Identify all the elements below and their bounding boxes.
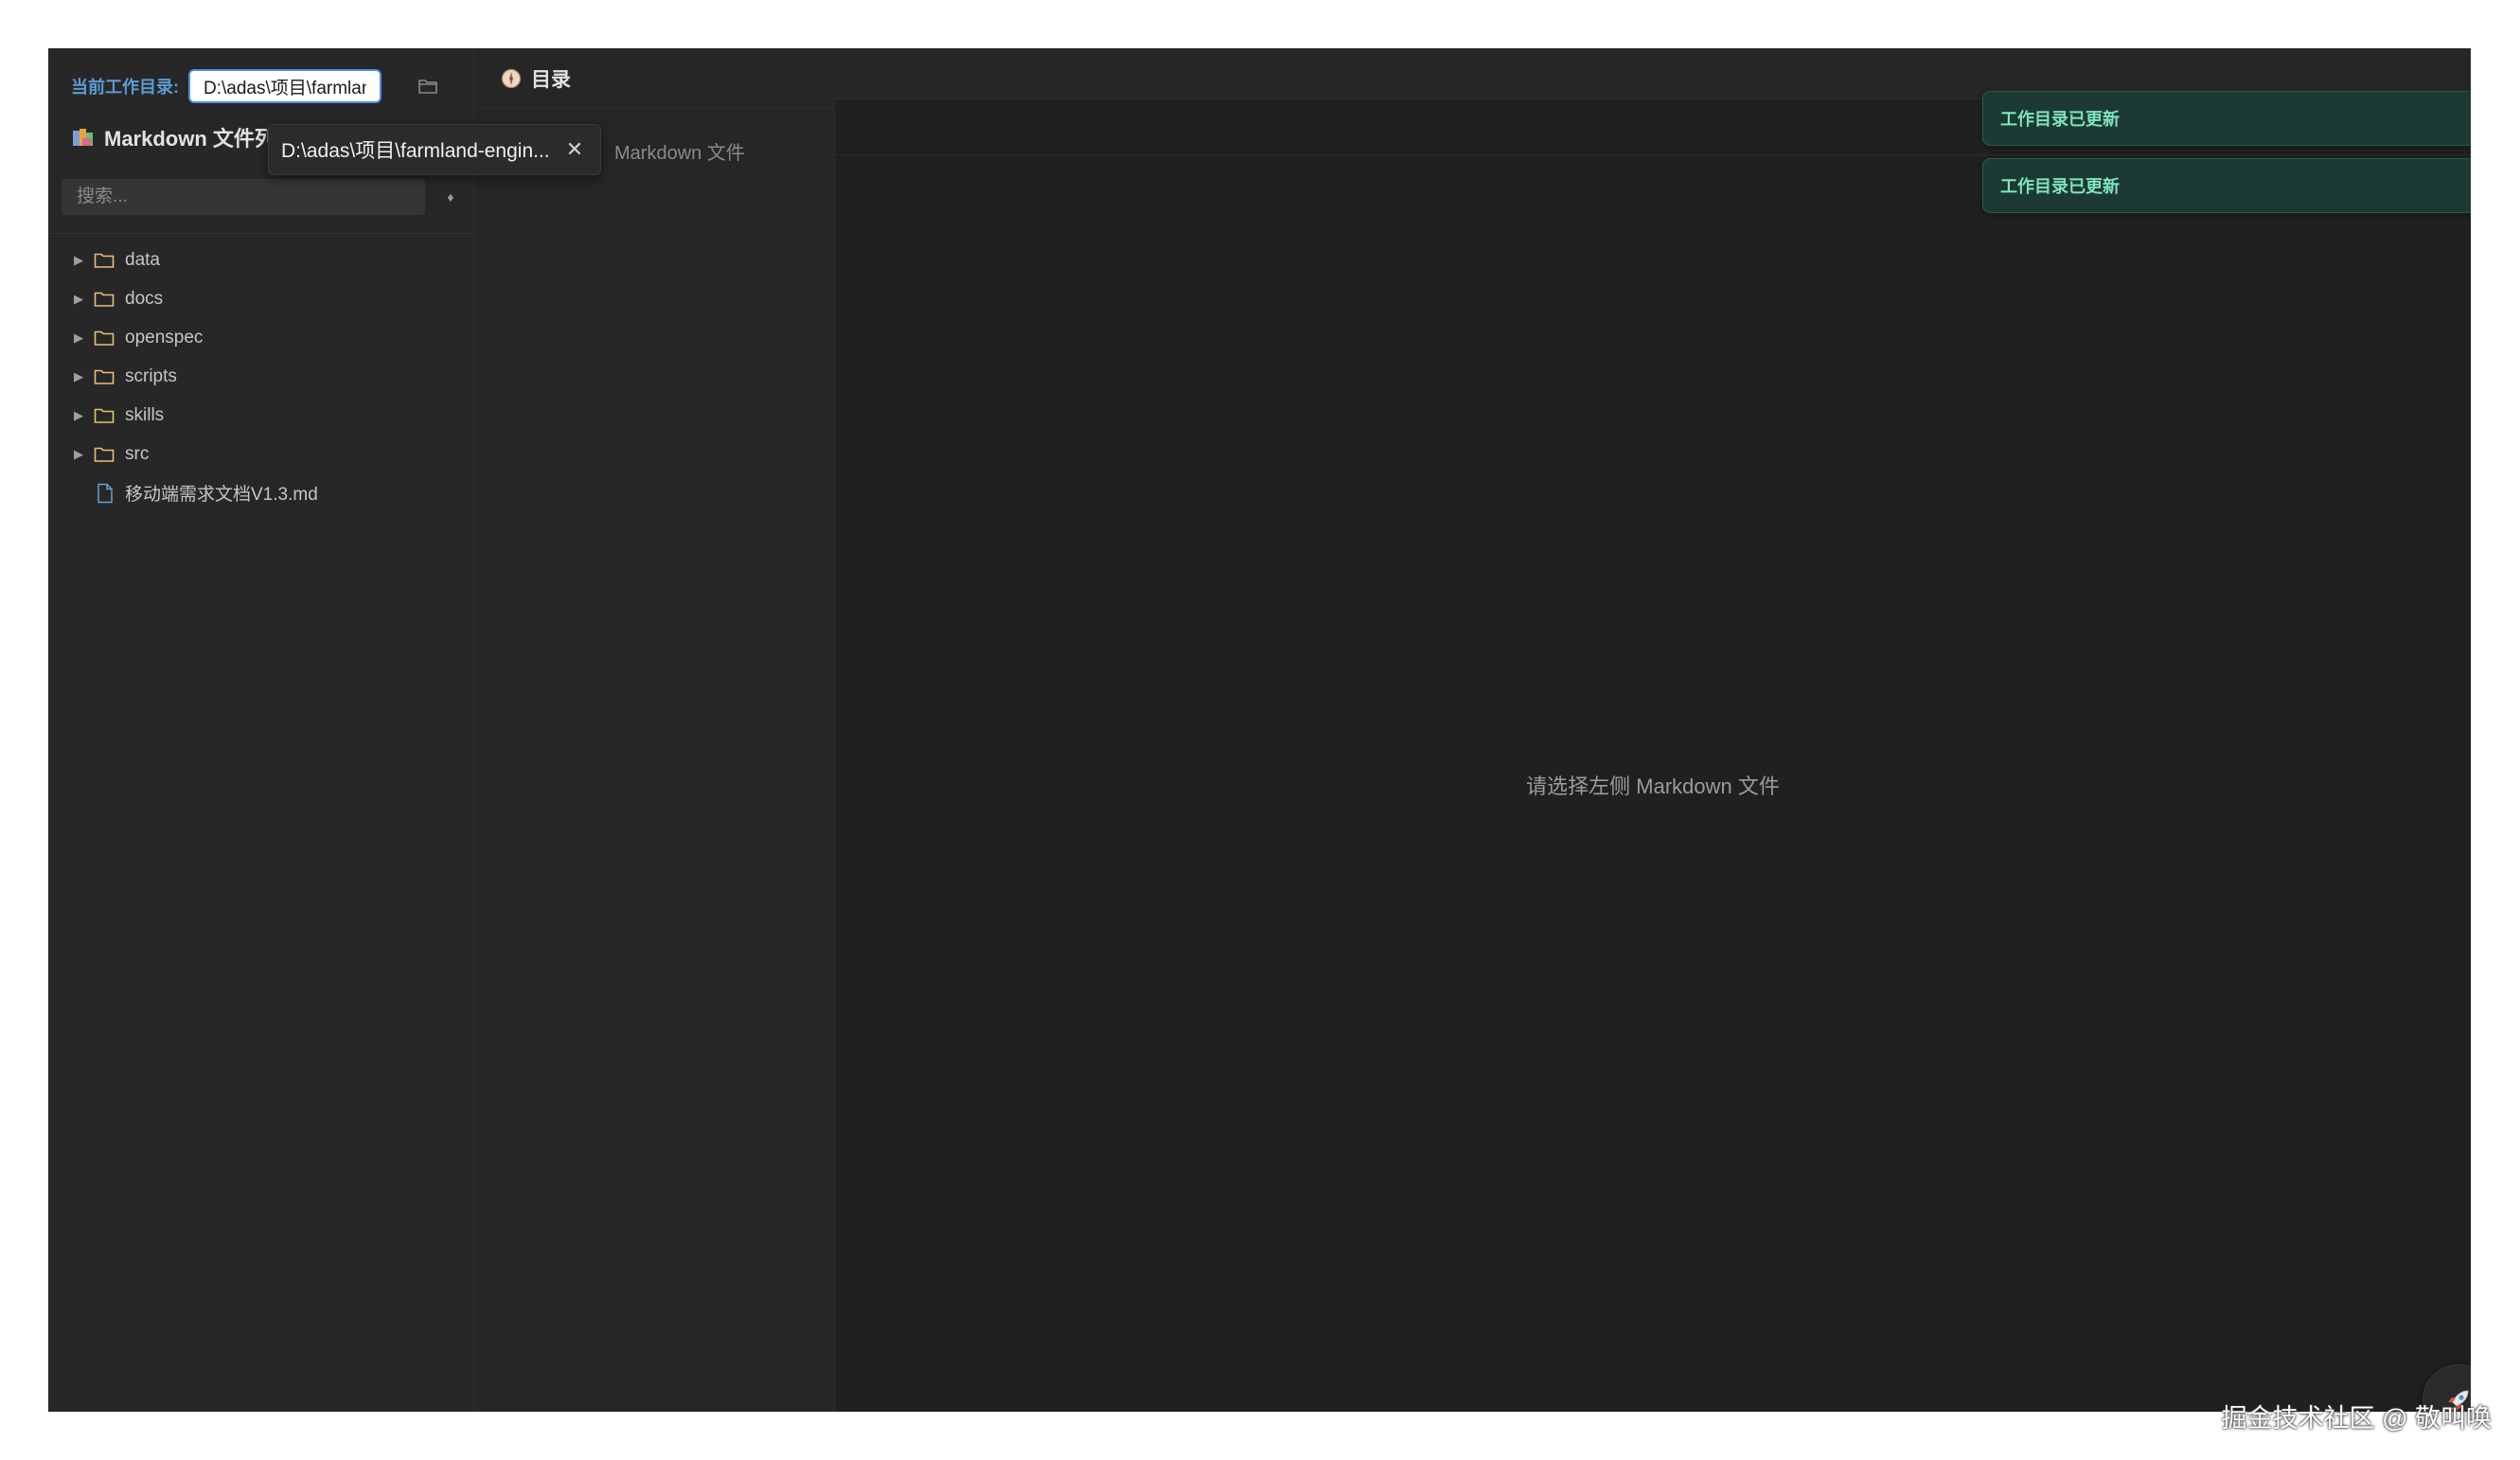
folder-icon xyxy=(94,369,115,384)
folder-icon xyxy=(94,330,115,346)
toast-notification: 工作目录已更新 xyxy=(1982,91,2471,146)
folder-icon xyxy=(94,253,115,268)
tree-folder-openspec[interactable]: ▶ openspec xyxy=(48,318,473,357)
toast-text: 工作目录已更新 xyxy=(2000,110,2120,129)
tree-item-label: data xyxy=(125,249,160,270)
path-tooltip: D:\adas\项目\farmland-engin... ✕ xyxy=(268,124,601,175)
watermark: 掘金技术社区 @ 敬叫唤 xyxy=(2221,1404,2492,1433)
divider xyxy=(48,233,473,234)
tree-folder-skills[interactable]: ▶ skills xyxy=(48,396,473,435)
tree-folder-src[interactable]: ▶ src xyxy=(48,435,473,473)
tree-item-label: skills xyxy=(125,404,165,425)
tree-folder-data[interactable]: ▶ data xyxy=(48,240,473,279)
search-input[interactable] xyxy=(62,179,425,215)
close-icon[interactable]: ✕ xyxy=(562,137,587,162)
folder-icon xyxy=(94,292,115,307)
caret-right-icon[interactable]: ▶ xyxy=(74,408,87,423)
compass-icon xyxy=(501,68,522,89)
tree-item-label: src xyxy=(125,443,150,464)
tree-item-label: 移动端需求文档V1.3.md xyxy=(125,485,318,505)
browse-folder-button[interactable] xyxy=(415,73,441,99)
toc-title: 目录 xyxy=(531,69,571,91)
toast-text: 工作目录已更新 xyxy=(2000,177,2120,196)
divider xyxy=(474,107,834,108)
working-dir-input[interactable] xyxy=(188,69,382,103)
caret-right-icon[interactable]: ▶ xyxy=(74,330,87,346)
tree-item-label: openspec xyxy=(125,327,204,347)
tree-file-requirements-doc[interactable]: 移动端需求文档V1.3.md xyxy=(48,473,473,512)
folder-icon xyxy=(94,447,115,462)
toc-empty-hint: Markdown 文件 xyxy=(614,143,745,164)
folder-icon xyxy=(94,408,115,423)
toc-panel: 目录 Markdown 文件 xyxy=(474,48,835,1412)
caret-right-icon[interactable]: ▶ xyxy=(74,253,87,268)
toc-header: 目录 xyxy=(501,62,571,96)
tree-item-label: scripts xyxy=(125,365,177,386)
toast-notification: 工作目录已更新 xyxy=(1982,158,2471,213)
caret-right-icon[interactable]: ▶ xyxy=(74,292,87,307)
main-content: 请选择左侧 Markdown 文件 xyxy=(835,48,2471,1412)
app-window: 当前工作目录: Markdown 文件列表 ♦ ▶ xyxy=(48,48,2471,1412)
working-dir-row: 当前工作目录: xyxy=(71,67,382,105)
tree-item-label: docs xyxy=(125,288,164,309)
sort-toggle-icon[interactable]: ♦ xyxy=(438,185,463,209)
tree-folder-docs[interactable]: ▶ docs xyxy=(48,279,473,318)
search-box xyxy=(62,179,425,215)
markdown-logo-icon xyxy=(73,129,93,146)
file-icon xyxy=(98,483,113,503)
working-dir-label: 当前工作目录: xyxy=(71,78,179,97)
path-tooltip-text: D:\adas\项目\farmland-engin... xyxy=(281,140,550,162)
tree-folder-scripts[interactable]: ▶ scripts xyxy=(48,357,473,396)
file-tree: ▶ data ▶ docs ▶ openspec ▶ scripts ▶ ski… xyxy=(48,240,473,512)
empty-state-message: 请选择左侧 Markdown 文件 xyxy=(1526,775,1780,798)
sidebar: 当前工作目录: Markdown 文件列表 ♦ ▶ xyxy=(48,48,474,1412)
caret-right-icon[interactable]: ▶ xyxy=(74,447,87,462)
folder-open-icon xyxy=(418,80,437,94)
caret-right-icon[interactable]: ▶ xyxy=(74,369,87,384)
